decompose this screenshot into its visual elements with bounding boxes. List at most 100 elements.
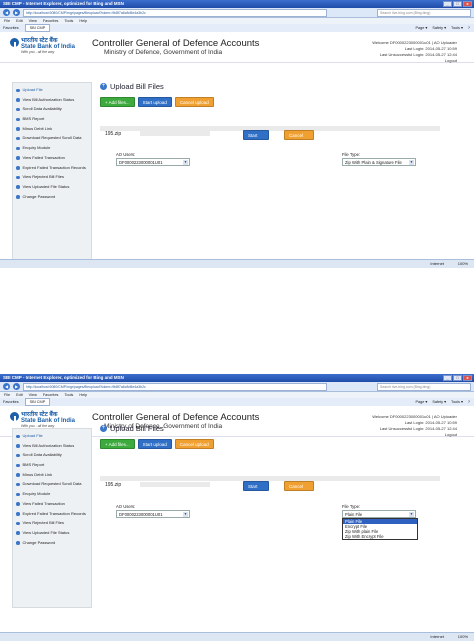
search-input[interactable]: Search live.bing.com (Bing.bing): [377, 382, 471, 391]
help-icon[interactable]: ?: [468, 398, 470, 406]
forward-icon[interactable]: ▶: [13, 9, 20, 16]
window-controls: _ □ x: [443, 1, 472, 7]
back-icon[interactable]: ◀: [3, 383, 10, 390]
bullet-icon: [16, 531, 20, 535]
minimize-icon[interactable]: _: [443, 375, 452, 381]
bullet-icon: [16, 492, 20, 497]
sidebar-item-label: View Rejected Bill Files: [22, 520, 65, 526]
tools-menu[interactable]: Tools ▾: [451, 398, 463, 406]
sidebar-item-scroll-data[interactable]: Scroll Data Availability: [13, 451, 91, 460]
sidebar-item-scroll-data[interactable]: Scroll Data Availability: [13, 105, 91, 114]
start-button[interactable]: Start: [243, 130, 269, 140]
ao-users-select[interactable]: DF0000223000001U01 ▾: [116, 510, 190, 518]
page-menu[interactable]: Page ▾: [415, 24, 427, 32]
dropdown-option-zip-encrypt[interactable]: Zip With Encrypt File: [343, 534, 417, 539]
sidebar-item-label: Enquiry Module: [22, 491, 51, 497]
sidebar-item-bms-report[interactable]: BMS Report: [13, 461, 91, 470]
bullet-icon: [16, 482, 20, 487]
start-upload-button[interactable]: Start upload: [137, 97, 172, 107]
sidebar-item-bill-authorization[interactable]: View Bill Authorization Status: [13, 96, 91, 105]
sidebar-item-change-password[interactable]: Change Password: [13, 539, 91, 548]
tools-menu[interactable]: Tools ▾: [451, 24, 463, 32]
sidebar-item-label: View Bill Authorization Status: [22, 442, 75, 448]
sidebar-item-failed-transaction[interactable]: View Failed Transaction: [13, 500, 91, 509]
file-size-bar: [140, 482, 210, 487]
sidebar-item-minus-debit[interactable]: Minus Debit Link: [13, 471, 91, 480]
sidebar-item-enquiry[interactable]: Enquiry Module: [13, 490, 91, 499]
page-title: + Upload Bill Files: [100, 82, 457, 91]
sidebar-item-download-scroll[interactable]: Download Requested Scroll Data: [13, 134, 91, 143]
file-type-label: File Type:: [342, 504, 361, 509]
file-type-select[interactable]: Plain File ▾: [342, 510, 416, 518]
sidebar-item-upload-file[interactable]: Upload File: [13, 86, 91, 95]
minimize-icon[interactable]: _: [443, 1, 452, 7]
cancel-button[interactable]: Cancel: [284, 481, 314, 491]
url-input[interactable]: http://localhost:9080/CMP/mgr/pages/file…: [23, 382, 327, 391]
window-title: SBI CMP - Internet Explorer, optimized f…: [3, 1, 124, 6]
sidebar-item-minus-debit[interactable]: Minus Debit Link: [13, 125, 91, 134]
sidebar-item-enquiry[interactable]: Enquiry Module: [13, 144, 91, 153]
add-files-button[interactable]: + Add files...: [100, 439, 135, 449]
search-input[interactable]: Search live.bing.com (Bing.bing): [377, 8, 471, 17]
page-menu[interactable]: Page ▾: [415, 398, 427, 406]
ao-users-select[interactable]: DF0000223000001U01 ▾: [116, 158, 190, 166]
sidebar-item-failed-transaction[interactable]: View Failed Transaction: [13, 154, 91, 163]
status-zone: Internet: [430, 634, 444, 639]
sidebar-item-label: View Rejected Bill Files: [22, 174, 65, 180]
sidebar-item-upload-file[interactable]: Upload File: [13, 432, 91, 441]
sidebar-item-bill-authorization[interactable]: View Bill Authorization Status: [13, 442, 91, 451]
chevron-down-icon: ▾: [183, 160, 188, 165]
cancel-upload-button[interactable]: Cancel upload: [174, 97, 214, 107]
close-icon[interactable]: x: [463, 1, 472, 7]
command-bar: Page ▾ Safety ▾ Tools ▾ ?: [415, 24, 470, 32]
sidebar-item-label: Expired Failed Transaction Records: [22, 510, 86, 516]
upload-icon: +: [100, 83, 107, 90]
browser-tab[interactable]: SBI CMP: [24, 24, 51, 32]
sidebar-item-label: Change Password: [22, 539, 56, 545]
title-bar: SBI CMP - Internet Explorer, optimized f…: [0, 374, 474, 382]
file-size-bar: [140, 131, 210, 136]
url-input[interactable]: http://localhost:9080/CMP/mgr/pages/file…: [23, 8, 327, 17]
user-info: Welcome DF0000223000001u01 | AO Uploader…: [372, 40, 457, 64]
browser-tab[interactable]: SBI CMP: [24, 398, 51, 406]
bullet-icon: [16, 453, 20, 458]
chevron-down-icon: ▾: [409, 160, 414, 165]
safety-menu[interactable]: Safety ▾: [432, 398, 446, 406]
file-name: 195.zip: [105, 131, 122, 137]
maximize-icon[interactable]: □: [453, 375, 462, 381]
zoom-level[interactable]: 100%: [458, 633, 468, 641]
sidebar-item-rejected-bills[interactable]: View Rejected Bill Files: [13, 173, 91, 182]
sidebar-item-uploaded-status[interactable]: View Uploaded File Status: [13, 529, 91, 538]
forward-icon[interactable]: ▶: [13, 383, 20, 390]
sidebar-item-label: View Bill Authorization Status: [22, 96, 75, 102]
sidebar-item-uploaded-status[interactable]: View Uploaded File Status: [13, 183, 91, 192]
sidebar-item-download-scroll[interactable]: Download Requested Scroll Data: [13, 480, 91, 489]
sidebar-item-expired-failed[interactable]: Expired Failed Transaction Records: [13, 510, 91, 519]
command-bar: Page ▾ Safety ▾ Tools ▾ ?: [415, 398, 470, 406]
file-type-select[interactable]: Zip With Plain & Signature File ▾: [342, 158, 416, 166]
sidebar-item-change-password[interactable]: Change Password: [13, 193, 91, 202]
sidebar-item-label: Scroll Data Availability: [22, 106, 62, 112]
sidebar-item-expired-failed[interactable]: Expired Failed Transaction Records: [13, 164, 91, 173]
sidebar-item-label: Minus Debit Link: [22, 125, 53, 131]
maximize-icon[interactable]: □: [453, 1, 462, 7]
help-icon[interactable]: ?: [468, 24, 470, 32]
page-title-text: Upload Bill Files: [110, 82, 164, 91]
logout-link[interactable]: Logout: [372, 58, 457, 64]
sidebar-item-bms-report[interactable]: BMS Report: [13, 115, 91, 124]
sidebar: Upload File View Bill Authorization Stat…: [12, 428, 92, 608]
favorites-button[interactable]: Favorites: [3, 400, 19, 404]
close-icon[interactable]: x: [463, 375, 472, 381]
safety-menu[interactable]: Safety ▾: [432, 24, 446, 32]
sidebar-item-label: Change Password: [22, 193, 56, 199]
zoom-level[interactable]: 100%: [458, 260, 468, 268]
start-button[interactable]: Start: [243, 481, 269, 491]
add-files-button[interactable]: + Add files...: [100, 97, 135, 107]
start-upload-button[interactable]: Start upload: [137, 439, 172, 449]
sidebar-item-rejected-bills[interactable]: View Rejected Bill Files: [13, 519, 91, 528]
cancel-button[interactable]: Cancel: [284, 130, 314, 140]
browser-window-2: SBI CMP - Internet Explorer, optimized f…: [0, 374, 474, 641]
back-icon[interactable]: ◀: [3, 9, 10, 16]
favorites-button[interactable]: Favorites: [3, 26, 19, 30]
cancel-upload-button[interactable]: Cancel upload: [174, 439, 214, 449]
